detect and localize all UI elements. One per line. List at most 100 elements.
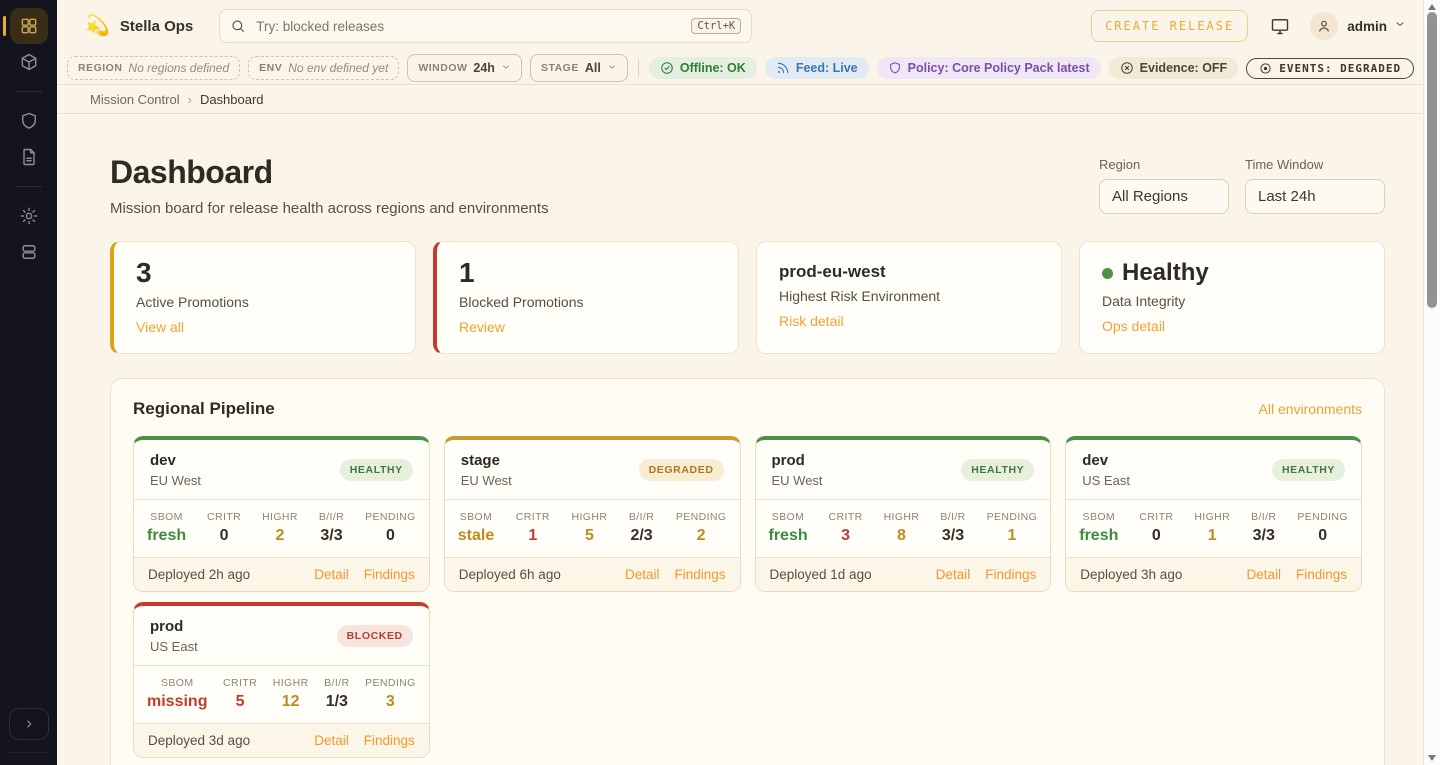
package-icon <box>19 52 39 72</box>
page-header: Dashboard Mission board for release heal… <box>110 154 1385 217</box>
pipeline-card: dev EU West HEALTHY SBOMfresh CRITR0 HIG… <box>133 436 430 592</box>
region-filter-label: REGION <box>78 62 122 74</box>
stat-value: 1 <box>987 527 1038 545</box>
breadcrumb-separator: › <box>188 92 192 107</box>
stat-value: 2 <box>676 527 727 545</box>
view-all-link[interactable]: View all <box>136 319 184 335</box>
sidebar-item-infrastructure[interactable] <box>10 234 48 270</box>
region-select[interactable]: All Regions <box>1099 179 1229 214</box>
sidebar-expand-button[interactable] <box>9 708 49 740</box>
findings-link[interactable]: Findings <box>364 733 415 748</box>
deployed-text: Deployed 2h ago <box>148 567 250 582</box>
sidebar-item-settings[interactable] <box>10 198 48 234</box>
stat-value: 12 <box>273 693 309 711</box>
detail-link[interactable]: Detail <box>1246 567 1281 582</box>
top-bar: 💫 Stella Ops Ctrl+K CREATE RELEASE admin <box>57 0 1440 52</box>
environment-name: dev <box>150 452 201 469</box>
stat-value: fresh <box>769 527 808 545</box>
detail-link[interactable]: Detail <box>625 567 660 582</box>
window-filter-value: 24h <box>473 61 495 75</box>
stat-label: CRITR <box>829 511 863 523</box>
regional-pipeline-title: Regional Pipeline <box>133 399 275 419</box>
findings-link[interactable]: Findings <box>364 567 415 582</box>
stat-label: HIGHR <box>273 677 309 689</box>
summary-card-data-integrity: Healthy Data Integrity Ops detail <box>1079 241 1385 354</box>
display-mode-button[interactable] <box>1270 16 1290 36</box>
stat-value: 3/3 <box>1251 527 1276 545</box>
scrollbar-up-arrow[interactable] <box>1428 4 1436 10</box>
stat-label: CRITR <box>516 511 550 523</box>
window-filter-pill[interactable]: WINDOW 24h <box>407 54 522 82</box>
breadcrumb-root[interactable]: Mission Control <box>90 92 180 107</box>
stat-label: CRITR <box>207 511 241 523</box>
x-circle-icon <box>1120 61 1134 75</box>
sidebar-item-security[interactable] <box>10 103 48 139</box>
rss-icon <box>776 61 790 75</box>
region-filter-pill[interactable]: REGION No regions defined <box>67 56 240 80</box>
stat-value: missing <box>147 693 207 711</box>
target-icon <box>1259 62 1272 75</box>
stage-filter-label: STAGE <box>541 62 579 74</box>
stat-value: 0 <box>365 527 416 545</box>
stat-label: CRITR <box>1139 511 1173 523</box>
stat-label: HIGHR <box>571 511 607 523</box>
global-search[interactable]: Ctrl+K <box>219 9 752 43</box>
detail-link[interactable]: Detail <box>314 733 349 748</box>
highest-risk-env-name: prod-eu-west <box>779 257 1039 283</box>
sidebar-item-documents[interactable] <box>10 139 48 175</box>
page-title: Dashboard <box>110 154 549 191</box>
search-icon <box>230 18 246 34</box>
window-filter-label: WINDOW <box>418 62 467 74</box>
stat-value: stale <box>458 527 494 545</box>
deployed-text: Deployed 3h ago <box>1080 567 1182 582</box>
breadcrumb: Mission Control › Dashboard <box>57 85 1440 114</box>
status-badge: BLOCKED <box>337 625 413 647</box>
create-release-button[interactable]: CREATE RELEASE <box>1091 10 1248 42</box>
review-link[interactable]: Review <box>459 319 505 335</box>
shield-icon <box>19 111 39 131</box>
user-menu[interactable]: admin <box>1310 12 1406 40</box>
scrollbar-down-arrow[interactable] <box>1428 755 1436 761</box>
scrollbar-thumb[interactable] <box>1427 12 1437 308</box>
window-scrollbar[interactable] <box>1423 0 1440 765</box>
stat-label: B/I/R <box>1251 511 1276 523</box>
stat-value: 3/3 <box>940 527 965 545</box>
detail-link[interactable]: Detail <box>314 567 349 582</box>
all-environments-link[interactable]: All environments <box>1259 401 1363 417</box>
environment-name: prod <box>772 452 823 469</box>
sidebar-item-dashboard[interactable] <box>10 8 48 44</box>
stat-label: B/I/R <box>629 511 654 523</box>
status-badge: HEALTHY <box>340 459 413 481</box>
username: admin <box>1347 19 1387 34</box>
check-circle-icon <box>660 61 674 75</box>
deployed-text: Deployed 1d ago <box>770 567 872 582</box>
environment-region: EU West <box>772 473 823 488</box>
sidebar-divider <box>16 186 42 187</box>
env-filter-pill[interactable]: ENV No env defined yet <box>248 56 399 80</box>
findings-link[interactable]: Findings <box>985 567 1036 582</box>
blocked-promotions-label: Blocked Promotions <box>459 294 716 310</box>
environment-region: EU West <box>461 473 512 488</box>
findings-link[interactable]: Findings <box>674 567 725 582</box>
time-window-select[interactable]: Last 24h <box>1245 179 1385 214</box>
ops-detail-link[interactable]: Ops detail <box>1102 318 1165 334</box>
sidebar-item-releases[interactable] <box>10 44 48 80</box>
deployed-text: Deployed 6h ago <box>459 567 561 582</box>
main-column: 💫 Stella Ops Ctrl+K CREATE RELEASE admin <box>57 0 1440 765</box>
risk-detail-link[interactable]: Risk detail <box>779 313 844 329</box>
policy-status-label: Policy: Core Policy Pack latest <box>908 61 1090 75</box>
document-icon <box>19 147 39 167</box>
search-input[interactable] <box>256 19 691 34</box>
server-stack-icon <box>19 242 39 262</box>
highest-risk-label: Highest Risk Environment <box>779 288 1039 304</box>
regional-pipeline-panel: Regional Pipeline All environments dev E… <box>110 378 1385 765</box>
detail-link[interactable]: Detail <box>936 567 971 582</box>
stat-value: 5 <box>223 693 257 711</box>
stat-label: PENDING <box>676 511 727 523</box>
findings-link[interactable]: Findings <box>1296 567 1347 582</box>
stat-value: 3 <box>829 527 863 545</box>
stage-filter-pill[interactable]: STAGE All <box>530 54 628 82</box>
environment-name: stage <box>461 452 512 469</box>
shield-icon <box>888 61 902 75</box>
stat-label: PENDING <box>1297 511 1348 523</box>
